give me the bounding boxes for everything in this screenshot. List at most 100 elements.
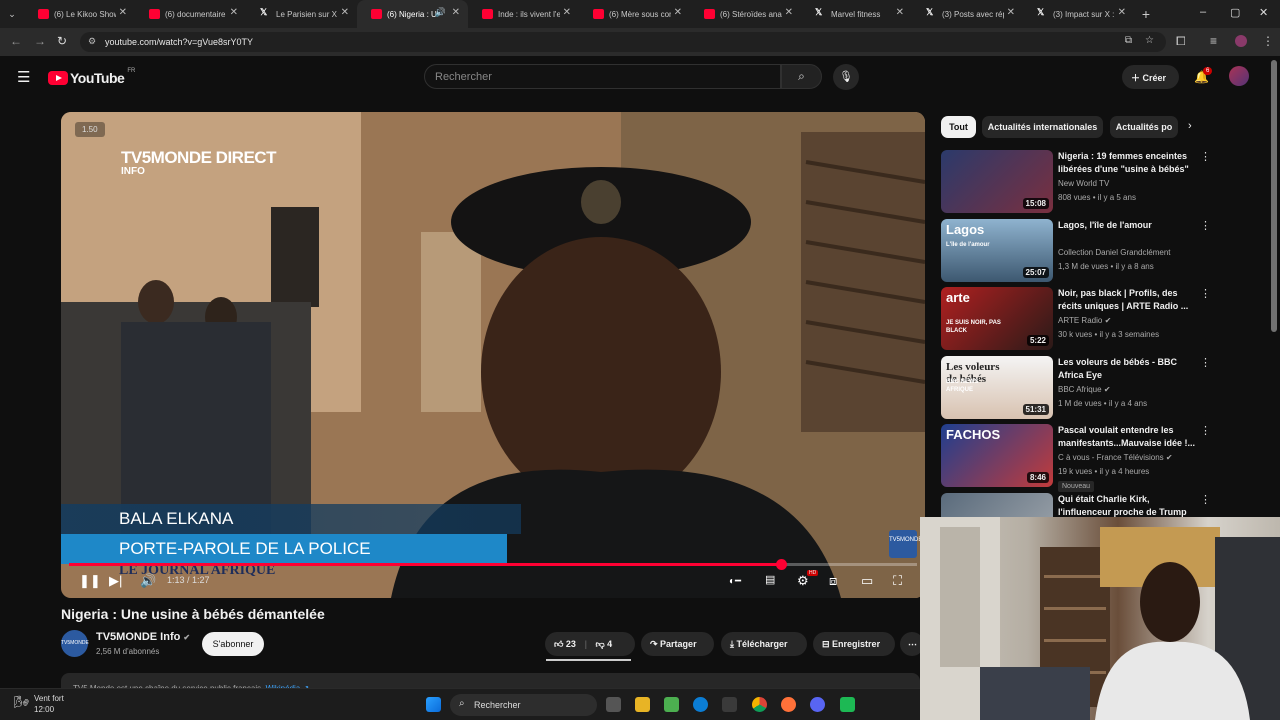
recommended-video[interactable]: 15:08 Nigeria : 19 femmes enceintes libér…: [941, 150, 1221, 214]
tab-close-icon[interactable]: ✕: [119, 7, 127, 18]
file-explorer-icon[interactable]: [635, 697, 650, 712]
video-player[interactable]: 1.50 TV5MONDE DIRECT INFO BALA ELKANA PO…: [61, 112, 925, 598]
recommended-channel[interactable]: C à vous - France Télévisions ✔: [1058, 453, 1173, 462]
chip-politics-news[interactable]: Actualités po: [1110, 116, 1178, 138]
miniplayer-icon[interactable]: ⧈: [829, 573, 837, 589]
tab-close-icon[interactable]: ✕: [785, 7, 793, 18]
tab-close-icon[interactable]: ✕: [674, 7, 682, 18]
video-thumbnail[interactable]: Lagos L'île de l'amour 25:07: [941, 218, 1053, 282]
browser-tab[interactable]: 𝕏 Marvel fitness ✕: [801, 0, 912, 28]
site-info-icon[interactable]: ⚙: [88, 36, 96, 47]
recommended-channel[interactable]: Collection Daniel Grandclément: [1058, 248, 1171, 257]
tab-close-icon[interactable]: ✕: [230, 7, 238, 18]
recommended-title[interactable]: Nigeria : 19 femmes enceintes libérées d…: [1058, 150, 1198, 178]
like-button[interactable]: 👍︎ 23: [554, 639, 576, 649]
nvidia-icon[interactable]: [664, 697, 679, 712]
bookmark-star-icon[interactable]: ☆: [1145, 35, 1154, 46]
store-icon[interactable]: [722, 697, 737, 712]
recommended-channel[interactable]: New World TV: [1058, 179, 1109, 188]
youtube-logo[interactable]: YouTube FR: [48, 68, 135, 86]
theater-mode-icon[interactable]: ▭: [861, 573, 873, 589]
video-thumbnail[interactable]: 15:08: [941, 150, 1053, 213]
browser-menu-icon[interactable]: ⋮: [1262, 34, 1274, 48]
pause-icon[interactable]: ❚❚: [79, 573, 101, 589]
create-button[interactable]: ＋ Créer: [1122, 65, 1179, 89]
progress-bar[interactable]: [69, 559, 917, 570]
new-tab-button[interactable]: +: [1134, 6, 1158, 22]
chip-international-news[interactable]: Actualités internationales: [982, 116, 1103, 138]
browser-tab[interactable]: (6) documentaire ✕: [135, 0, 246, 28]
browser-tab[interactable]: 𝕏 (3) Impact sur X : ✕: [1023, 0, 1134, 28]
browser-tab[interactable]: 𝕏 Le Parisien sur X : ✕: [246, 0, 357, 28]
subscribe-button[interactable]: S'abonner: [202, 632, 264, 656]
tab-close-icon[interactable]: ✕: [563, 7, 571, 18]
recommended-video[interactable]: Lagos L'île de l'amour 25:07 Lagos, l'île d…: [941, 218, 1221, 283]
browser-tab[interactable]: (6) Mère sous con ✕: [579, 0, 690, 28]
account-avatar[interactable]: [1229, 66, 1249, 86]
firefox-icon[interactable]: [781, 697, 796, 712]
recommended-channel[interactable]: BBC Afrique ✔: [1058, 385, 1111, 394]
recommended-title[interactable]: Noir, pas black | Profils, des récits un…: [1058, 287, 1198, 313]
save-button[interactable]: ⊟ Enregistrer: [813, 632, 895, 656]
tab-search-icon[interactable]: ⌄: [0, 0, 24, 28]
discord-icon[interactable]: [810, 697, 825, 712]
recommended-title[interactable]: Qui était Charlie Kirk, l'influenceur pr…: [1058, 493, 1198, 519]
recommended-title[interactable]: Lagos, l'île de l'amour: [1058, 219, 1198, 232]
voice-search-button[interactable]: 🎙: [833, 64, 859, 90]
recommended-title[interactable]: Les voleurs de bébés - BBC Africa Eye: [1058, 356, 1198, 382]
chevron-right-icon[interactable]: ›: [1188, 120, 1192, 132]
recommended-video[interactable]: arte JE SUIS NOIR, PAS BLACK 5:22 Noir, pas…: [941, 287, 1221, 351]
recommended-title[interactable]: Pascal voulait entendre les manifestants…: [1058, 424, 1198, 450]
recommended-channel[interactable]: ARTE Radio ✔: [1058, 316, 1111, 325]
tab-close-icon[interactable]: ✕: [341, 7, 349, 18]
maximize-icon[interactable]: ▢: [1230, 6, 1240, 19]
video-thumbnail[interactable]: Les voleurs de bébés BBC NEWS AFRIQUE 51:3…: [941, 355, 1053, 419]
url-bar[interactable]: ⚙ youtube.com/watch?v=gVue8srY0TY ⧉ ☆: [80, 32, 1166, 52]
browser-tab[interactable]: (6) Stéroïdes anal ✕: [690, 0, 801, 28]
browser-tab[interactable]: Inde : ils vivent l'e ✕: [468, 0, 579, 28]
more-vertical-icon[interactable]: ⋮: [1200, 287, 1211, 300]
tab-close-icon[interactable]: ✕: [896, 7, 904, 18]
page-scrollbar[interactable]: [1271, 60, 1277, 332]
more-vertical-icon[interactable]: ⋮: [1200, 424, 1211, 437]
minimize-icon[interactable]: –: [1200, 6, 1206, 18]
fullscreen-icon[interactable]: ⛶: [893, 573, 902, 589]
browser-tab[interactable]: 𝕏 (3) Posts avec rép ✕: [912, 0, 1023, 28]
more-vertical-icon[interactable]: ⋮: [1200, 356, 1211, 369]
dislike-button[interactable]: 👎︎ 4: [595, 639, 612, 649]
video-thumbnail[interactable]: arte JE SUIS NOIR, PAS BLACK 5:22: [941, 287, 1053, 350]
chrome-icon[interactable]: [752, 697, 767, 712]
more-vertical-icon[interactable]: ⋮: [1200, 219, 1211, 232]
reload-icon[interactable]: ↻: [57, 34, 67, 48]
chip-all[interactable]: Tout: [941, 116, 976, 138]
back-icon[interactable]: ←: [10, 34, 22, 48]
tab-audio-icon[interactable]: 🔊: [435, 7, 446, 18]
search-input[interactable]: Rechercher: [424, 64, 781, 89]
tab-close-icon[interactable]: ✕: [1007, 7, 1015, 18]
install-app-icon[interactable]: ⧉: [1125, 35, 1132, 46]
edge-icon[interactable]: [693, 697, 708, 712]
taskbar-search[interactable]: ⌕ Rechercher: [450, 694, 597, 716]
tab-close-icon[interactable]: ✕: [1118, 7, 1126, 18]
share-button[interactable]: ↷ Partager: [641, 632, 714, 656]
autoplay-toggle[interactable]: ◐━: [729, 576, 741, 587]
app-icon[interactable]: [840, 697, 855, 712]
more-vertical-icon[interactable]: ⋮: [1200, 493, 1211, 506]
channel-avatar[interactable]: TV5MONDE: [61, 630, 89, 657]
forward-icon[interactable]: →: [34, 34, 46, 48]
close-window-icon[interactable]: ✕: [1259, 6, 1268, 19]
browser-tab[interactable]: (6) Le Kikoo Show ✕: [24, 0, 135, 28]
profile-avatar[interactable]: [1235, 35, 1247, 47]
task-view-icon[interactable]: [606, 697, 621, 712]
windows-start-icon[interactable]: [426, 697, 441, 712]
search-button[interactable]: ⌕: [781, 64, 822, 89]
hamburger-menu-icon[interactable]: ☰: [17, 68, 30, 86]
tab-close-icon[interactable]: ✕: [452, 7, 460, 18]
download-button[interactable]: ⤓ Télécharger: [721, 632, 807, 656]
volume-icon[interactable]: 🔊: [140, 573, 156, 589]
reading-list-icon[interactable]: ≡: [1210, 34, 1217, 48]
more-vertical-icon[interactable]: ⋮: [1200, 150, 1211, 163]
video-thumbnail[interactable]: FACHOS 8:46: [941, 424, 1053, 487]
recommended-video[interactable]: Les voleurs de bébés BBC NEWS AFRIQUE 51:3…: [941, 355, 1221, 420]
browser-tab[interactable]: (6) Nigeria : U 🔊 ✕: [357, 0, 468, 28]
